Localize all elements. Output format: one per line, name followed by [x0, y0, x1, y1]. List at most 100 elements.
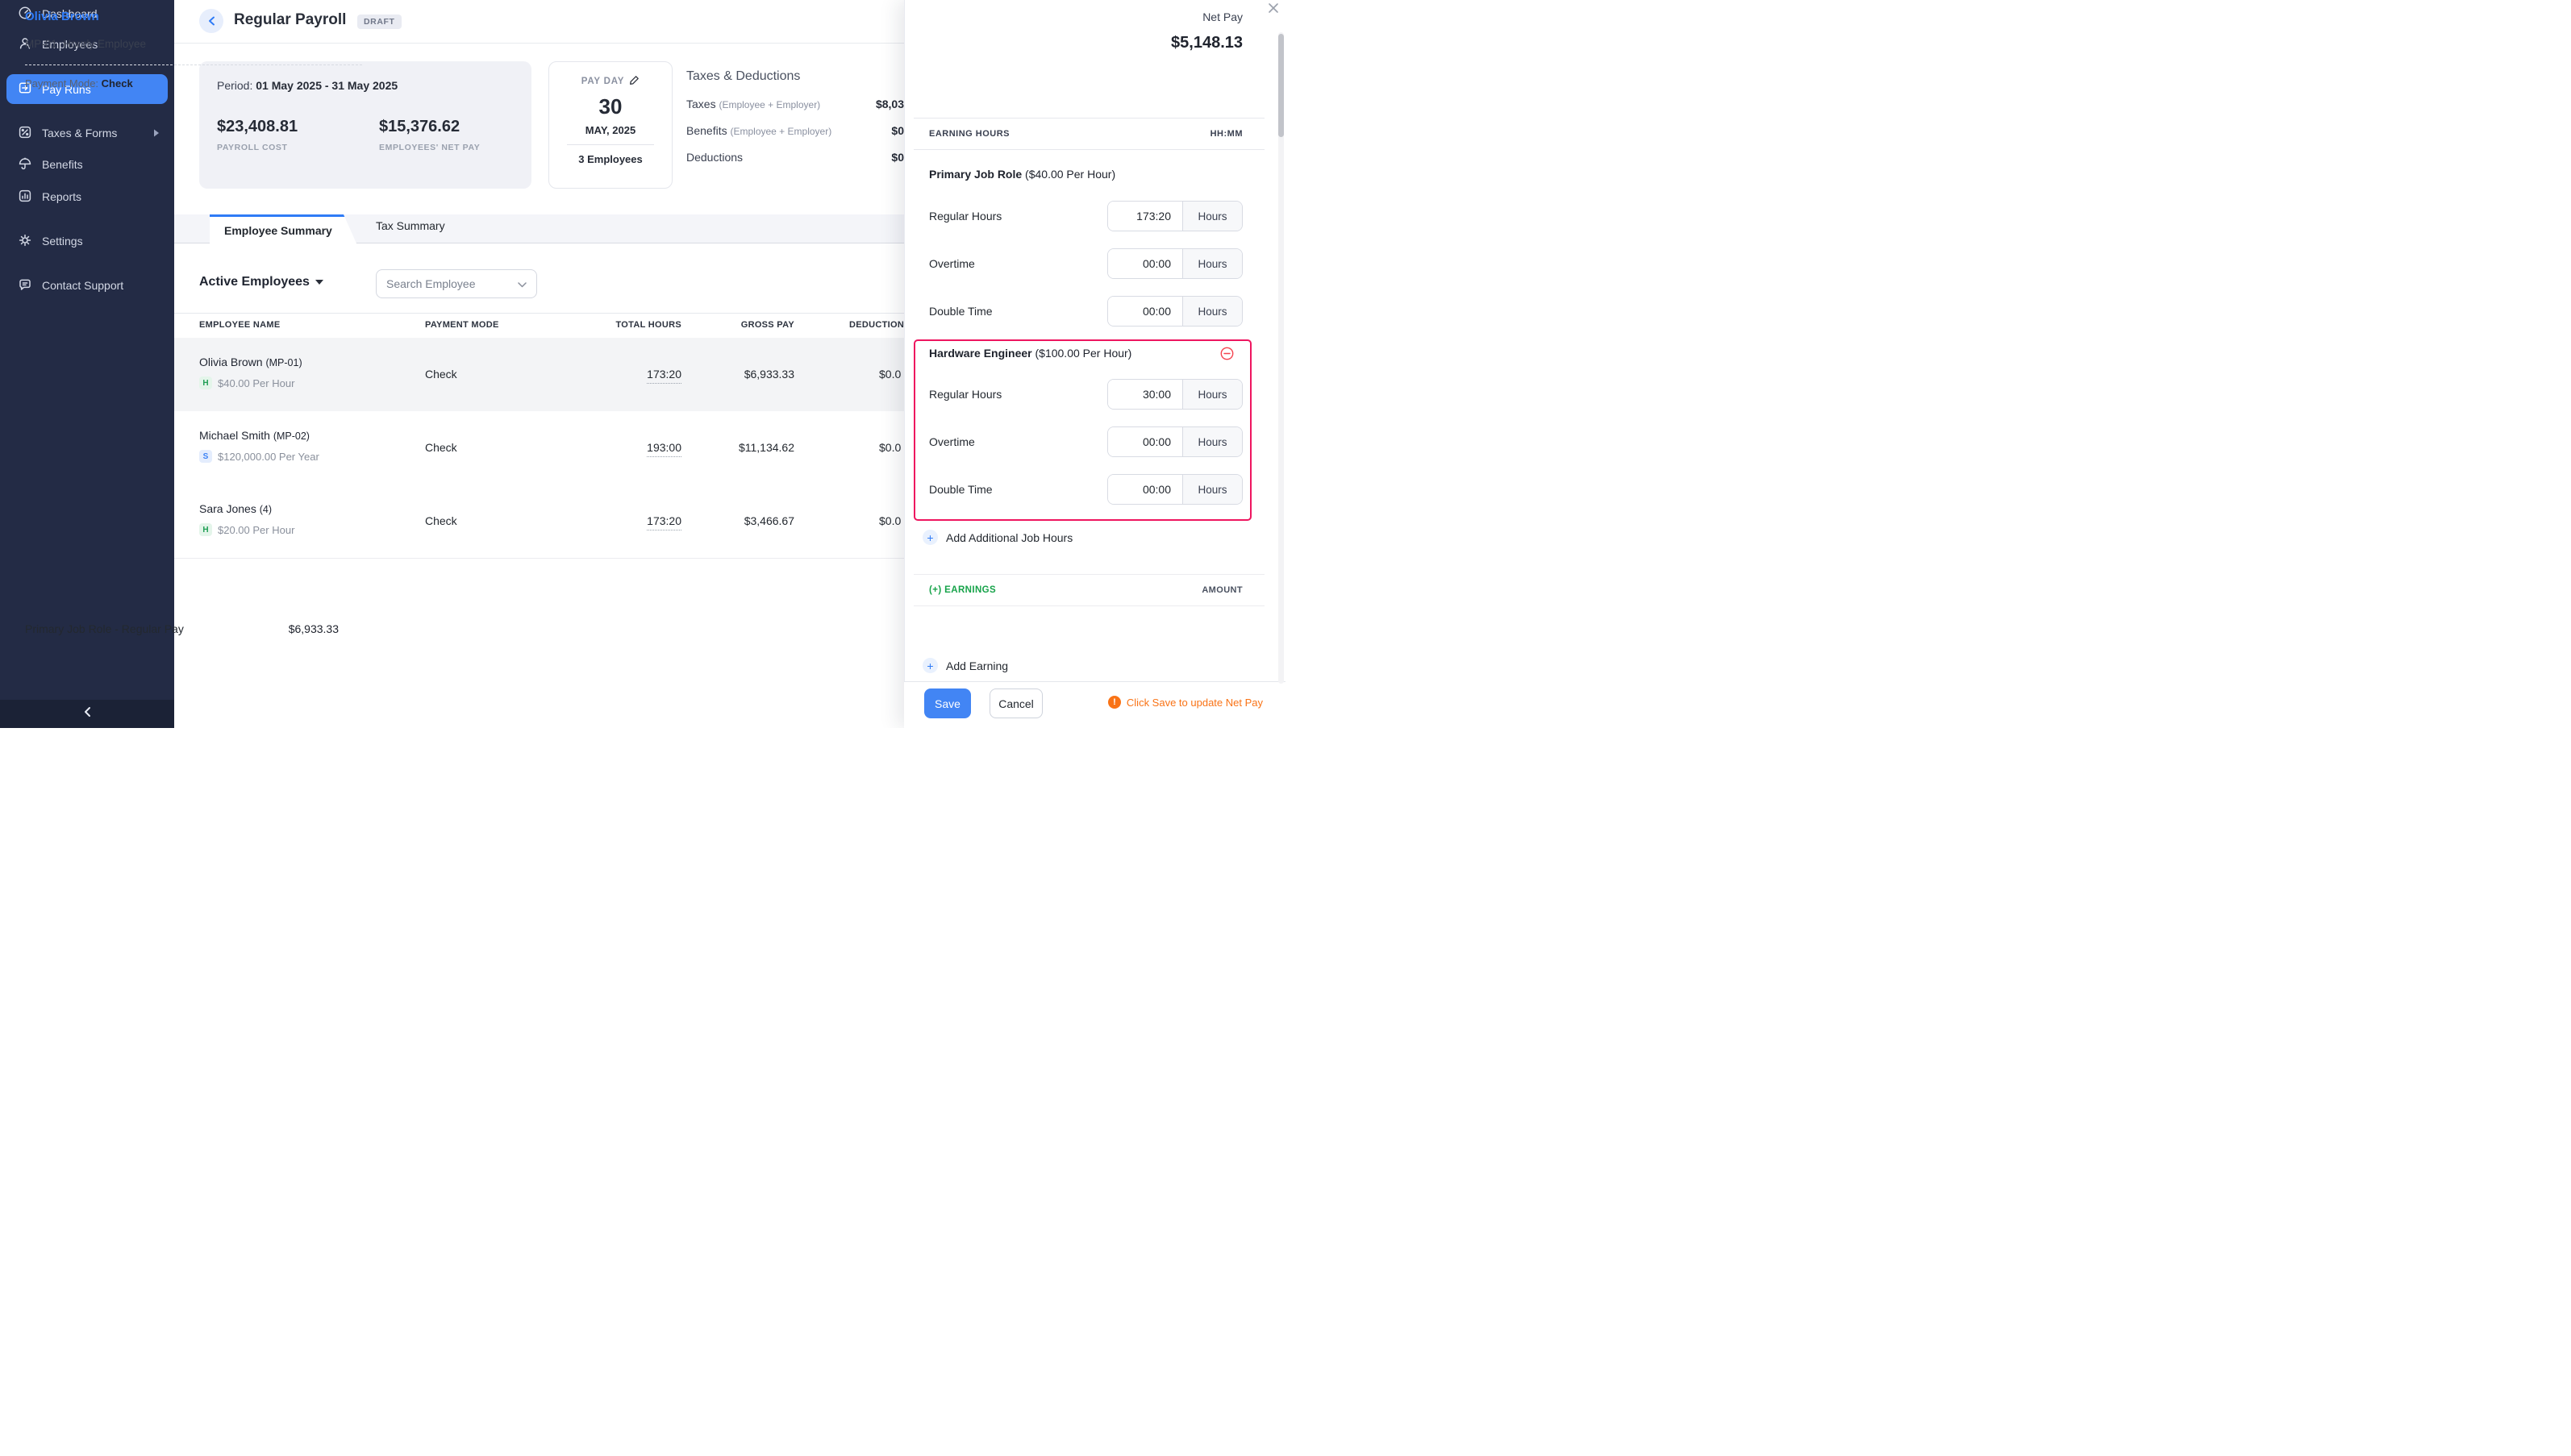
remove-job-icon[interactable] — [1220, 347, 1234, 364]
overtime-input[interactable] — [1108, 249, 1182, 278]
double-time-row: Double Time Hours — [929, 296, 1243, 327]
taxes-deductions-title: Taxes & Deductions — [686, 69, 904, 84]
warning-text: Click Save to update Net Pay — [1127, 697, 1263, 709]
employee-rate: $20.00 Per Hour — [218, 524, 294, 536]
period-text: Period: 01 May 2025 - 31 May 2025 — [217, 79, 398, 92]
total-hours-cell: 193:00 — [647, 441, 681, 457]
caret-down-icon — [315, 280, 323, 285]
hourly-badge: H — [199, 376, 212, 389]
pay-day-month-year: MAY, 2025 — [549, 124, 672, 136]
net-pay-value: $15,376.62 — [379, 118, 480, 136]
regular-hours-row: Regular Hours Hours — [929, 201, 1243, 231]
close-icon[interactable] — [1268, 2, 1279, 18]
earning-label: Primary Job Role - Regular Pay — [25, 622, 184, 635]
primary-job-role-title: Primary Job Role ($40.00 Per Hour) — [929, 168, 1115, 181]
double-time-input[interactable] — [1108, 475, 1182, 504]
panel-payment-mode: Payment Mode: Check — [25, 77, 133, 89]
deductions-value: $0 — [891, 151, 904, 164]
sidebar-item-taxes-forms[interactable]: Taxes & Forms — [6, 119, 168, 147]
pay-day-card: PAY DAY 30 MAY, 2025 3 Employees — [548, 61, 673, 189]
plus-icon: + — [923, 530, 938, 545]
hourly-badge: H — [199, 523, 212, 536]
panel-net-pay-value: $5,148.13 — [1171, 34, 1243, 52]
reports-icon — [18, 189, 32, 206]
sidebar-item-label: Contact Support — [42, 279, 123, 292]
panel-employee-meta: MP-01, Hourly Employee — [25, 38, 146, 50]
sidebar-collapse-button[interactable] — [0, 700, 174, 728]
deductions-row: Deductions $0 — [686, 151, 904, 164]
chat-icon — [18, 277, 32, 294]
panel-footer: Save Cancel ! Click Save to update Net P… — [904, 681, 1286, 728]
app-window: Dashboard Employees Pay Runs Taxes & For… — [0, 0, 1286, 728]
total-hours-cell: 173:20 — [647, 514, 681, 530]
earnings-header: (+) EARNINGS AMOUNT — [914, 574, 1265, 606]
col-payment-mode: PAYMENT MODE — [425, 320, 499, 330]
regular-hours-input[interactable] — [1108, 380, 1182, 409]
edit-pencil-icon[interactable] — [629, 75, 640, 88]
overtime-row: Overtime Hours — [929, 426, 1243, 457]
gross-pay-cell: $6,933.33 — [744, 368, 794, 381]
sidebar-item-benefits[interactable]: Benefits — [6, 151, 168, 178]
taxes-row: Taxes (Employee + Employer) $8,03 — [686, 98, 904, 110]
col-gross-pay: GROSS PAY — [741, 320, 794, 330]
save-warning: ! Click Save to update Net Pay — [1108, 696, 1263, 709]
panel-scrollbar-thumb[interactable] — [1278, 34, 1284, 137]
payment-mode-cell: Check — [425, 441, 457, 454]
sidebar-item-label: Taxes & Forms — [42, 127, 117, 139]
add-earning-link[interactable]: + Add Earning — [923, 658, 1008, 673]
employee-rate: $120,000.00 Per Year — [218, 451, 319, 463]
pay-day-number: 30 — [549, 94, 672, 119]
employee-name: Sara Jones — [199, 502, 256, 515]
search-employee-select[interactable]: Search Employee — [376, 269, 537, 298]
tab-tax-summary[interactable]: Tax Summary — [376, 219, 445, 232]
regular-hours-input[interactable] — [1108, 202, 1182, 231]
overtime-row: Overtime Hours — [929, 248, 1243, 279]
hours-suffix: Hours — [1182, 297, 1242, 326]
taxes-forms-icon — [18, 125, 32, 142]
panel-employee-name[interactable]: Olivia Brown — [25, 10, 99, 23]
warning-icon: ! — [1108, 696, 1121, 709]
tab-employee-summary[interactable]: Employee Summary — [210, 214, 356, 243]
employee-code: (MP-01) — [265, 357, 302, 368]
hours-suffix: Hours — [1182, 202, 1242, 231]
chevron-left-icon — [208, 16, 215, 26]
benefits-row: Benefits (Employee + Employer) $0 — [686, 124, 904, 137]
double-time-input[interactable] — [1108, 297, 1182, 326]
payroll-cost-value: $23,408.81 — [217, 118, 298, 136]
gross-pay-cell: $11,134.62 — [739, 441, 794, 454]
benefits-value: $0 — [891, 124, 904, 137]
back-button[interactable] — [199, 9, 223, 33]
hardware-engineer-title: Hardware Engineer ($100.00 Per Hour) — [929, 347, 1131, 360]
cancel-button[interactable]: Cancel — [990, 688, 1043, 718]
sidebar-item-contact-support[interactable]: Contact Support — [6, 272, 168, 299]
earning-hours-header: EARNING HOURS HH:MM — [914, 118, 1265, 150]
sidebar-item-label: Reports — [42, 190, 81, 203]
deductions-cell: $0.0 — [879, 441, 901, 454]
hours-suffix: Hours — [1182, 427, 1242, 456]
payment-mode-cell: Check — [425, 514, 457, 527]
earning-amount: $6,933.33 — [289, 622, 339, 635]
save-button[interactable]: Save — [924, 688, 971, 718]
sidebar: Dashboard Employees Pay Runs Taxes & For… — [0, 0, 174, 728]
gross-pay-cell: $3,466.67 — [744, 514, 794, 527]
earning-hours-unit: HH:MM — [1210, 129, 1243, 139]
sidebar-item-settings[interactable]: Settings — [6, 227, 168, 255]
add-additional-job-hours-link[interactable]: + Add Additional Job Hours — [923, 530, 1073, 545]
earning-hours-title: EARNING HOURS — [929, 129, 1010, 139]
employee-rate: $40.00 Per Hour — [218, 377, 294, 389]
taxes-deductions-section: Taxes & Deductions Taxes (Employee + Emp… — [686, 69, 904, 164]
earnings-title: (+) EARNINGS — [929, 585, 996, 595]
overtime-input[interactable] — [1108, 427, 1182, 456]
amount-label: AMOUNT — [1202, 585, 1243, 595]
col-deductions: DEDUCTIONS — [849, 320, 910, 330]
sidebar-item-label: Settings — [42, 235, 83, 248]
pay-day-label: PAY DAY — [581, 77, 625, 86]
net-pay-label: EMPLOYEES' NET PAY — [379, 143, 480, 152]
search-employee-placeholder: Search Employee — [386, 277, 518, 290]
sidebar-item-reports[interactable]: Reports — [6, 183, 168, 210]
deductions-cell: $0.0 — [879, 368, 901, 381]
employee-name: Olivia Brown — [199, 356, 263, 368]
col-employee-name: EMPLOYEE NAME — [199, 320, 280, 330]
panel-payment-mode-value: Check — [102, 77, 133, 89]
active-employees-dropdown[interactable]: Active Employees — [199, 275, 323, 289]
